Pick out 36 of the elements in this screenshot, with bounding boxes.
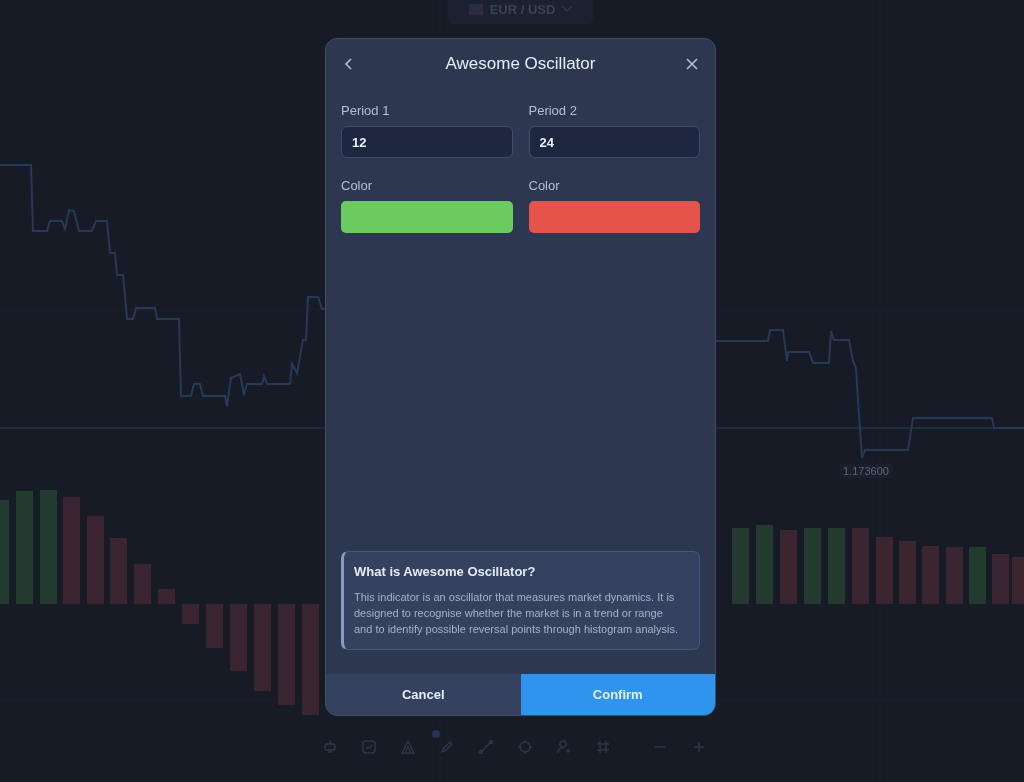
histogram-bar xyxy=(899,541,916,604)
field-label: Color xyxy=(341,178,374,193)
period-input[interactable]: 24 xyxy=(528,126,700,158)
flag-icon xyxy=(467,1,484,17)
dialog-title: Awesome Oscillator xyxy=(444,54,597,74)
price-label: 1.173600 xyxy=(840,464,892,478)
line-icon[interactable] xyxy=(477,739,494,755)
notification-dot xyxy=(432,730,440,738)
field-label: Color xyxy=(528,178,561,193)
target-icon[interactable] xyxy=(516,739,533,755)
histogram-bar xyxy=(969,547,986,604)
histogram-bar xyxy=(110,538,127,604)
pencil-icon[interactable] xyxy=(438,739,455,755)
info-title: What is Awesome Oscillator? xyxy=(354,564,537,579)
histogram-bar xyxy=(182,604,199,624)
grid-icon[interactable] xyxy=(594,739,611,755)
field-label: Period 2 xyxy=(528,103,578,118)
histogram-bar xyxy=(158,589,175,604)
histogram-bar xyxy=(206,604,223,648)
histogram-bar xyxy=(134,564,151,604)
cancel-button[interactable]: Cancel xyxy=(326,674,521,715)
histogram-bar xyxy=(230,604,247,671)
histogram-bar xyxy=(922,546,939,604)
period-input[interactable]: 12 xyxy=(341,126,513,158)
layers-icon[interactable] xyxy=(321,739,338,755)
histogram-bar xyxy=(876,537,893,604)
histogram-bar xyxy=(992,554,1009,604)
color-swatch[interactable] xyxy=(528,201,700,233)
user-add-icon[interactable] xyxy=(555,739,572,755)
info-text: This indicator is an oscillator that measures market dynamics. It is designed to recognise whether the market is in a trend or range and to identify possible reversal points through histogram analysis. xyxy=(354,590,680,637)
histogram-bar xyxy=(1012,557,1024,604)
chart-icon[interactable] xyxy=(360,739,377,755)
field-label: Period 1 xyxy=(341,103,391,118)
color-swatch[interactable] xyxy=(341,201,513,233)
histogram-bar xyxy=(946,547,963,604)
shapes-icon[interactable] xyxy=(399,739,416,755)
